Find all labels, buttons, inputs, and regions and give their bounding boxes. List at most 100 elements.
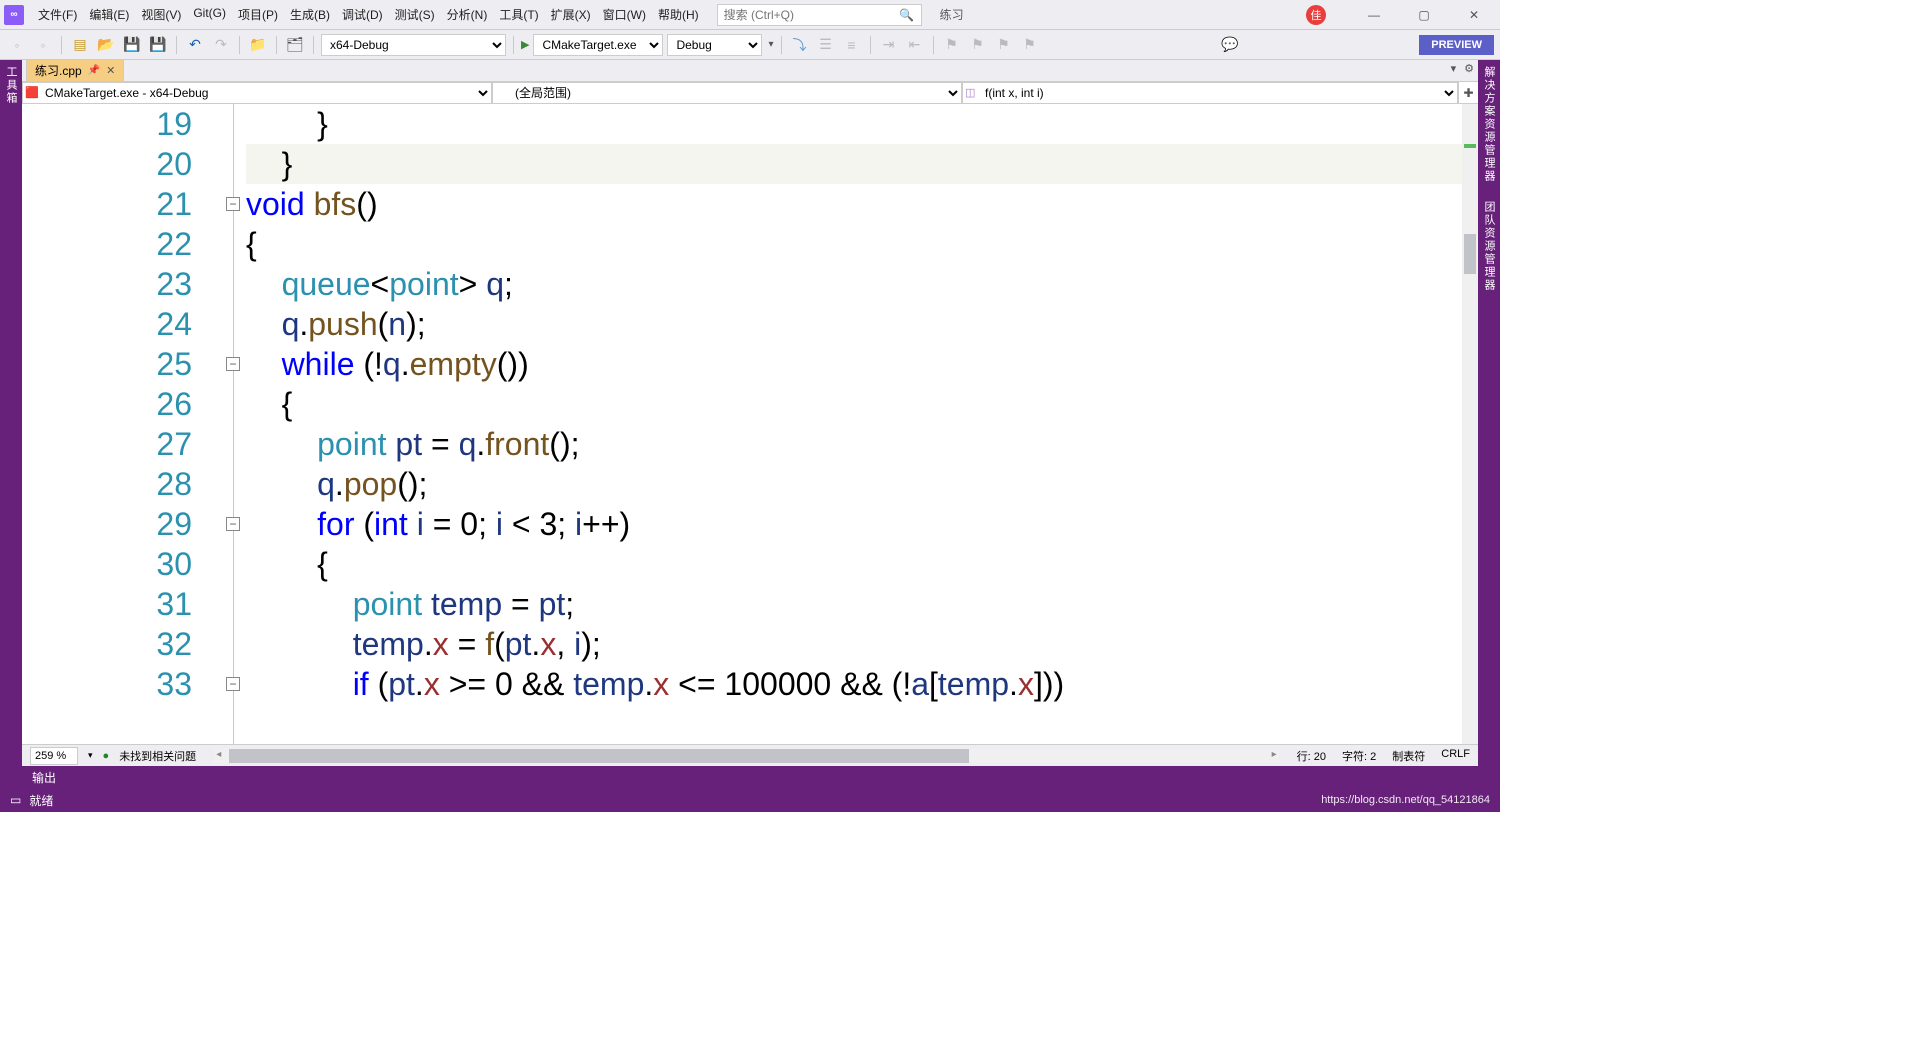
pin-icon[interactable]: 📌	[88, 65, 100, 76]
menu-item[interactable]: 扩展(X)	[545, 3, 597, 26]
outdent-icon[interactable]: ⇤	[904, 34, 926, 56]
menu-item[interactable]: 帮助(H)	[652, 3, 705, 26]
nav-fwd-icon[interactable]: ◦	[32, 34, 54, 56]
undo-icon[interactable]: ↶	[184, 34, 206, 56]
open-folder-icon[interactable]: 📂	[95, 34, 117, 56]
issues-status[interactable]: 未找到相关问题	[119, 748, 196, 764]
toolbox-tab[interactable]: 工具箱	[0, 60, 22, 111]
fold-toggle[interactable]: −	[226, 357, 240, 371]
tab-settings-icon[interactable]: ⚙	[1464, 62, 1474, 75]
startup-target-dropdown[interactable]: CMakeTarget.exe	[533, 34, 663, 56]
start-debug-icon[interactable]: ▶	[521, 38, 529, 51]
vertical-scrollbar[interactable]	[1462, 104, 1478, 744]
right-sidebar: 解决方案资源管理器 团队资源管理器	[1478, 60, 1500, 788]
vs-logo-icon: ∞	[4, 5, 24, 25]
line-number-gutter: 192021222324252627282930313233	[22, 104, 222, 744]
horizontal-scrollbar[interactable]: ◂ ▸	[214, 749, 1278, 763]
user-avatar[interactable]: 佳	[1306, 5, 1326, 25]
separator	[313, 36, 314, 54]
nav-back-icon[interactable]: ◦	[6, 34, 28, 56]
separator	[870, 36, 871, 54]
menu-item[interactable]: 调试(D)	[336, 3, 389, 26]
file-tab[interactable]: 练习.cpp 📌 ✕	[26, 59, 124, 81]
feedback-icon[interactable]: 💬	[1219, 34, 1241, 56]
editor-status-strip: ▾ ● 未找到相关问题 ◂ ▸ 行: 20 字符: 2 制表符 CRLF	[22, 744, 1478, 766]
close-tab-icon[interactable]: ✕	[106, 64, 115, 77]
menu-item[interactable]: 窗口(W)	[597, 3, 652, 26]
project-icon: 🟥	[25, 86, 39, 99]
code-text-area[interactable]: } }void bfs(){ queue<point> q; q.push(n)…	[246, 104, 1462, 744]
output-panel-tab[interactable]: 输出	[22, 766, 1478, 788]
bookmark-prev-icon[interactable]: ⚑	[993, 34, 1015, 56]
scroll-left-arrow[interactable]: ◂	[216, 749, 221, 760]
save-all-icon[interactable]: 💾	[147, 34, 169, 56]
maximize-button[interactable]: ▢	[1402, 1, 1446, 29]
new-project-icon[interactable]: ▤	[69, 34, 91, 56]
separator	[276, 36, 277, 54]
menu-item[interactable]: 工具(T)	[493, 3, 544, 26]
issues-ok-icon: ●	[103, 750, 110, 762]
scope-context-dropdown[interactable]: (全局范围)	[492, 82, 962, 104]
cursor-line: 行: 20	[1297, 748, 1326, 764]
editor-body: 工具箱 练习.cpp 📌 ✕ ▾ ⚙ 🟥 CMakeTarget.exe - x…	[0, 60, 1500, 788]
configuration-dropdown[interactable]: x64-Debug	[321, 34, 506, 56]
solution-name[interactable]: 练习	[934, 3, 970, 26]
bookmark-clear-icon[interactable]: ⚑	[1019, 34, 1041, 56]
zoom-level[interactable]	[30, 747, 78, 765]
menu-item[interactable]: 生成(B)	[284, 3, 336, 26]
search-icon[interactable]: 🔍	[899, 8, 915, 22]
step-icon-2[interactable]: ☰	[815, 34, 837, 56]
code-editor[interactable]: 192021222324252627282930313233 − − − − } }v…	[22, 104, 1478, 744]
search-input[interactable]	[724, 8, 899, 22]
separator	[781, 36, 782, 54]
team-explorer-tab[interactable]: 团队资源管理器	[1478, 195, 1500, 298]
scroll-right-arrow[interactable]: ▸	[1272, 749, 1277, 760]
member-context-dropdown[interactable]: f(int x, int i)	[962, 82, 1458, 104]
redo-icon[interactable]: ↷	[210, 34, 232, 56]
fold-margin[interactable]: − − − −	[222, 104, 246, 744]
navigation-bar: 🟥 CMakeTarget.exe - x64-Debug (全局范围) ◫ f…	[22, 82, 1478, 104]
standard-toolbar: ◦ ◦ ▤ 📂 💾 💾 ↶ ↷ 📁 🗂 x64-Debug ▶ CMakeTar…	[0, 30, 1500, 60]
project-context-dropdown[interactable]: CMakeTarget.exe - x64-Debug	[22, 82, 492, 104]
indent-icon[interactable]: ⇥	[878, 34, 900, 56]
main-menu-bar: 文件(F)编辑(E)视图(V)Git(G)项目(P)生成(B)调试(D)测试(S…	[32, 3, 705, 26]
status-bar: ▭ 就绪 https://blog.csdn.net/qq_54121864	[0, 788, 1500, 812]
cursor-col: 字符: 2	[1342, 748, 1376, 764]
solution-platforms-icon[interactable]: 🗂	[284, 34, 306, 56]
chevron-down-icon[interactable]: ▾	[88, 750, 93, 761]
menu-item[interactable]: 测试(S)	[389, 3, 441, 26]
menu-item[interactable]: 视图(V)	[135, 3, 187, 26]
document-tab-well: 练习.cpp 📌 ✕ ▾ ⚙	[22, 60, 1478, 82]
menu-item[interactable]: 编辑(E)	[83, 3, 135, 26]
step-icon-1[interactable]: ⤵	[789, 34, 811, 56]
separator	[513, 36, 514, 54]
left-sidebar: 工具箱	[0, 60, 22, 788]
split-editor-icon[interactable]: ✚	[1458, 82, 1478, 103]
bookmark-next-icon[interactable]: ⚑	[967, 34, 989, 56]
folder-icon[interactable]: 📁	[247, 34, 269, 56]
minimize-button[interactable]: —	[1352, 1, 1396, 29]
title-bar: ∞ 文件(F)编辑(E)视图(V)Git(G)项目(P)生成(B)调试(D)测试…	[0, 0, 1500, 30]
menu-item[interactable]: 项目(P)	[232, 3, 284, 26]
fold-toggle[interactable]: −	[226, 197, 240, 211]
fold-toggle[interactable]: −	[226, 677, 240, 691]
solution-explorer-tab[interactable]: 解决方案资源管理器	[1478, 60, 1500, 189]
close-button[interactable]: ✕	[1452, 1, 1496, 29]
bookmark-icon[interactable]: ⚑	[941, 34, 963, 56]
dropdown-chevron-icon[interactable]: ▾	[768, 39, 773, 50]
indent-mode[interactable]: 制表符	[1392, 748, 1425, 764]
menu-item[interactable]: Git(G)	[187, 3, 232, 26]
debug-mode-dropdown[interactable]: Debug	[667, 34, 762, 56]
step-icon-3[interactable]: ≡	[841, 34, 863, 56]
menu-item[interactable]: 分析(N)	[441, 3, 494, 26]
eol-mode[interactable]: CRLF	[1441, 748, 1470, 764]
fold-toggle[interactable]: −	[226, 517, 240, 531]
watermark-url: https://blog.csdn.net/qq_54121864	[1321, 794, 1490, 806]
search-box[interactable]: 🔍	[717, 4, 922, 26]
separator	[933, 36, 934, 54]
save-icon[interactable]: 💾	[121, 34, 143, 56]
tab-dropdown-icon[interactable]: ▾	[1451, 62, 1457, 75]
menu-item[interactable]: 文件(F)	[32, 3, 83, 26]
separator	[239, 36, 240, 54]
preview-button[interactable]: PREVIEW	[1419, 35, 1494, 55]
